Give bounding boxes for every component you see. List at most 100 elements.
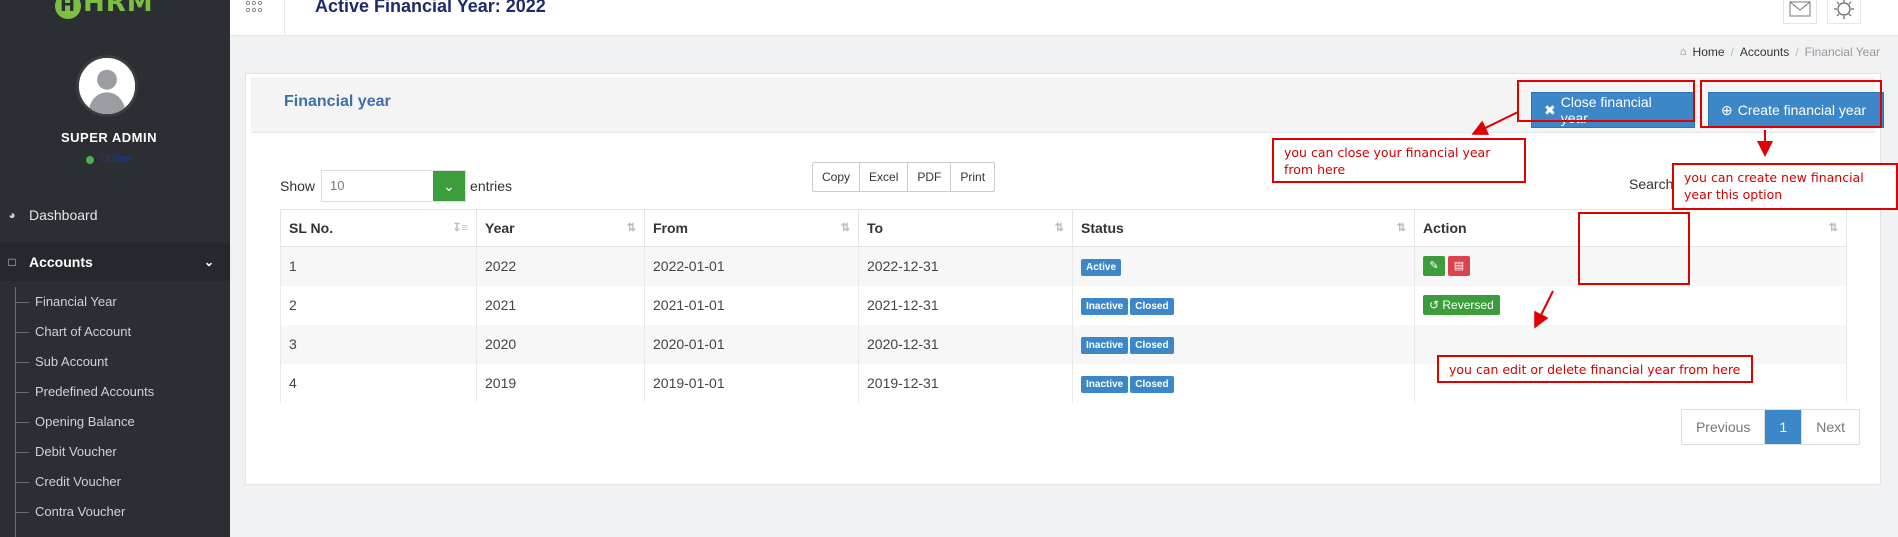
column-header-status[interactable]: Status ⇅ [1072, 209, 1415, 247]
page-1-button[interactable]: 1 [1765, 410, 1803, 444]
cell-year: 2021 [476, 285, 645, 325]
annotation-note-close: you can close your financial year from h… [1272, 138, 1526, 183]
undo-icon: ↺ [1429, 298, 1443, 312]
online-status-text: Online [100, 153, 132, 165]
reversed-button[interactable]: ↺ Reversed [1423, 295, 1500, 315]
cell-sl: 2 [280, 285, 477, 325]
sidebar-item-label: Dashboard [29, 207, 98, 223]
export-buttons: Copy Excel PDF Print [812, 162, 996, 192]
sidebar-item-accounts[interactable]: □ Accounts ⌄ [0, 243, 230, 281]
pagination: Previous 1 Next [1680, 409, 1860, 445]
top-bar: Active Financial Year: 2022 [230, 0, 1898, 36]
status-badge: Closed [1130, 336, 1174, 354]
previous-page-button[interactable]: Previous [1682, 410, 1766, 444]
column-header-from[interactable]: From ⇅ [644, 209, 859, 247]
annotation-highlight-create [1700, 80, 1882, 128]
sort-icon: ⇅ [1396, 222, 1406, 234]
cell-year: 2020 [476, 324, 645, 364]
page-title: Active Financial Year: 2022 [315, 0, 546, 16]
sidebar-subitem-chart-of-account[interactable]: Chart of Account [0, 317, 230, 347]
cell-status: Inactive Closed [1072, 363, 1415, 403]
sidebar-subitem-credit-voucher[interactable]: Credit Voucher [0, 467, 230, 497]
cell-sl: 1 [280, 246, 477, 286]
column-header-sl-no[interactable]: SL No. ↧≡ [280, 209, 477, 247]
cell-sl: 3 [280, 324, 477, 364]
app-logo[interactable]: H HRM [55, 0, 154, 19]
cell-year: 2022 [476, 246, 645, 286]
chevron-down-icon: ⌄ [433, 171, 466, 201]
apps-grid-icon[interactable] [244, 0, 264, 14]
status-badge: Inactive [1081, 297, 1129, 315]
breadcrumb-accounts[interactable]: Accounts [1740, 45, 1789, 59]
cell-from: 2019-01-01 [644, 363, 859, 403]
cell-sl: 4 [280, 363, 477, 403]
cell-action: ↺ Reversed [1414, 285, 1847, 325]
cell-from: 2022-01-01 [644, 246, 859, 286]
status-badge: Active [1081, 258, 1122, 276]
show-label: Show [280, 178, 316, 194]
online-status-dot [86, 156, 94, 164]
print-button[interactable]: Print [951, 163, 994, 191]
next-page-button[interactable]: Next [1802, 410, 1859, 444]
breadcrumb-separator: / [1730, 45, 1734, 59]
sort-icon: ⇅ [1828, 222, 1838, 234]
pdf-button[interactable]: PDF [908, 163, 952, 191]
avatar[interactable] [76, 55, 138, 117]
sidebar-subitem-debit-voucher[interactable]: Debit Voucher [0, 437, 230, 467]
sort-icon: ⇅ [840, 222, 850, 234]
sidebar-subitem-predefined-accounts[interactable]: Predefined Accounts [0, 377, 230, 407]
cell-to: 2022-12-31 [858, 246, 1073, 286]
edit-button[interactable]: ✎ [1423, 256, 1445, 277]
breadcrumb: ⌂ Home / Accounts / Financial Year [1680, 45, 1880, 59]
column-header-to[interactable]: To ⇅ [858, 209, 1073, 247]
dashboard-icon: ◕ [8, 208, 16, 222]
mail-icon[interactable] [1783, 0, 1817, 24]
entries-label: entries [470, 178, 513, 194]
cell-to: 2019-12-31 [858, 363, 1073, 403]
delete-button[interactable]: ▤ [1448, 256, 1470, 277]
settings-gear-icon[interactable] [1827, 0, 1861, 24]
home-icon: ⌂ [1679, 46, 1687, 58]
status-badge: Inactive [1081, 375, 1129, 393]
annotation-note-create: you can create new financial year this o… [1672, 163, 1898, 210]
divider [284, 0, 285, 36]
sidebar-subitem-contra-voucher[interactable]: Contra Voucher [0, 497, 230, 527]
entries-length-control: Show 10 ⌄ entries [280, 170, 512, 202]
cell-status: Active [1072, 246, 1415, 286]
sidebar-item-dashboard[interactable]: ◕ Dashboard [0, 203, 230, 227]
cell-status: Inactive Closed [1072, 324, 1415, 364]
annotation-highlight-close [1517, 80, 1695, 122]
status-badge: Closed [1130, 375, 1174, 393]
trash-icon: ▤ [1453, 260, 1465, 273]
breadcrumb-home[interactable]: Home [1693, 45, 1725, 59]
sidebar-item-label: Accounts [29, 254, 93, 270]
accounts-submenu: Financial Year Chart of Account Sub Acco… [0, 287, 230, 537]
annotation-highlight-action [1578, 212, 1690, 285]
copy-button[interactable]: Copy [813, 163, 861, 191]
cell-from: 2020-01-01 [644, 324, 859, 364]
pencil-icon: ✎ [1429, 260, 1439, 273]
chevron-down-icon: ⌄ [203, 255, 214, 269]
status-badge: Inactive [1081, 336, 1129, 354]
excel-button[interactable]: Excel [860, 163, 909, 191]
column-header-year[interactable]: Year ⇅ [476, 209, 645, 247]
entries-value: 10 [330, 178, 345, 193]
sidebar-subitem-sub-account[interactable]: Sub Account [0, 347, 230, 377]
user-name: SUPER ADMIN [60, 130, 158, 145]
breadcrumb-separator: / [1795, 45, 1799, 59]
cell-to: 2021-12-31 [858, 285, 1073, 325]
annotation-note-action: you can edit or delete financial year fr… [1437, 355, 1753, 383]
status-badge: Closed [1130, 297, 1174, 315]
breadcrumb-current: Financial Year [1804, 45, 1880, 59]
search-label: Search: [1629, 176, 1678, 192]
sidebar-subitem-financial-year[interactable]: Financial Year [0, 287, 230, 317]
briefcase-icon: □ [8, 255, 16, 269]
cell-status: Inactive Closed [1072, 285, 1415, 325]
sort-asc-icon: ↧≡ [452, 222, 468, 234]
sort-icon: ⇅ [626, 222, 636, 234]
entries-select[interactable]: 10 ⌄ [321, 170, 467, 202]
panel-title: Financial year [284, 93, 391, 110]
sidebar-subitem-opening-balance[interactable]: Opening Balance [0, 407, 230, 437]
cell-year: 2019 [476, 363, 645, 403]
cell-to: 2020-12-31 [858, 324, 1073, 364]
